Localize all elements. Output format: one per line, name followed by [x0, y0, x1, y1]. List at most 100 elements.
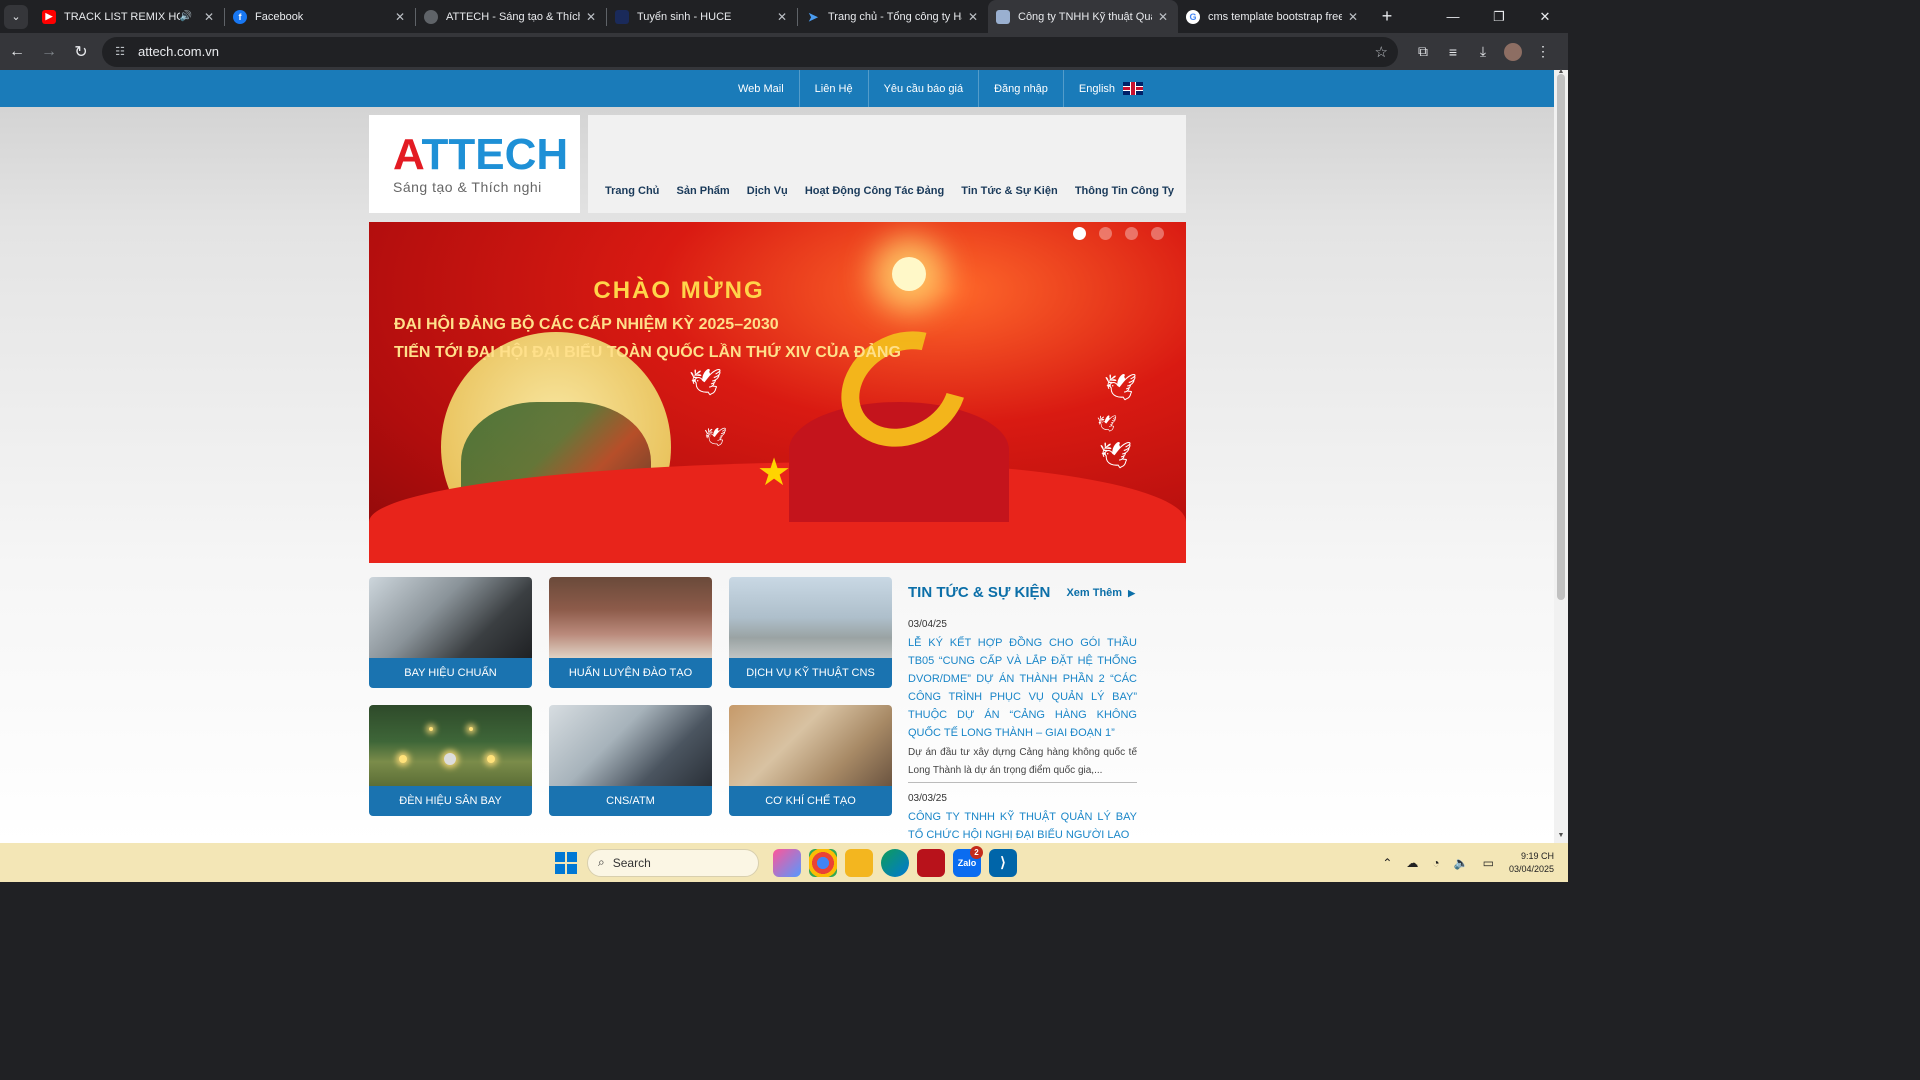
tile-caption: HUẤN LUYỆN ĐÀO TẠO	[549, 658, 712, 688]
hero-banner-slider[interactable]: ★ 🕊 🕊 🕊 🕊 🕊 CHÀO MỪNG ĐẠI HỘI ĐẢNG BỘ CÁ…	[369, 222, 1186, 563]
tile-airport-lights[interactable]: ĐÈN HIỆU SÂN BAY	[369, 705, 532, 816]
webmail-link[interactable]: Web Mail	[723, 70, 800, 107]
request-quote-link[interactable]: Yêu cầu báo giá	[869, 70, 980, 107]
close-tab-icon[interactable]: ✕	[966, 10, 980, 24]
facebook-icon: f	[233, 9, 247, 24]
close-tab-icon[interactable]: ✕	[584, 10, 598, 24]
tile-cns-technical-service[interactable]: DỊCH VỤ KỸ THUẬT CNS	[729, 577, 892, 688]
volume-icon[interactable]: 🔈	[1454, 856, 1469, 870]
search-placeholder: Search	[612, 855, 651, 870]
news-headline-link[interactable]: LỄ KÝ KẾT HỢP ĐỒNG CHO GÓI THẦU TB05 “CU…	[908, 634, 1137, 742]
restore-icon[interactable]: ❐	[1476, 0, 1522, 33]
windows-start-icon[interactable]	[555, 851, 577, 874]
taskbar-search-box[interactable]: ⌕ Search	[587, 848, 759, 877]
system-clock[interactable]: 9:19 CH 03/04/2025	[1509, 850, 1554, 876]
nav-news-events[interactable]: Tin Tức & Sự Kiện	[961, 185, 1057, 197]
news-headline-link[interactable]: CÔNG TY TNHH KỸ THUẬT QUẢN LÝ BAY TỔ CHỨ…	[908, 808, 1137, 843]
slider-dot-3[interactable]	[1125, 227, 1138, 240]
bookmark-star-icon[interactable]: ☆	[1375, 43, 1388, 61]
dove-icon: 🕊	[689, 367, 723, 397]
scroll-down-icon[interactable]: ▼	[1557, 832, 1565, 839]
new-tab-button[interactable]: +	[1374, 4, 1400, 30]
lamp-icon	[444, 753, 456, 765]
slider-dot-1[interactable]	[1073, 227, 1086, 240]
browser-tab[interactable]: ATTECH - Sáng tạo & Thích ngh ✕	[416, 0, 606, 33]
news-panel: TIN TỨC & SỰ KIỆN Xem Thêm ▶ 03/04/25 LỄ …	[908, 584, 1137, 843]
chevron-up-icon[interactable]: ⌃	[1382, 856, 1392, 870]
page-icon	[996, 9, 1010, 24]
tab-search-button[interactable]: ⌄	[4, 4, 28, 29]
browser-tab[interactable]: ▶ TRACK LIST REMIX HOT TIK 🔊 ✕	[34, 0, 224, 33]
site-logo[interactable]: ATTECH Sáng tạo & Thích nghi	[369, 115, 580, 213]
slider-dot-4[interactable]	[1151, 227, 1164, 240]
news-title: TIN TỨC & SỰ KIỆN	[908, 584, 1051, 601]
tile-mechanical-fabrication[interactable]: CƠ KHÍ CHẾ TẠO	[729, 705, 892, 816]
speaker-icon[interactable]: 🔊	[180, 11, 192, 22]
dove-icon: 🕊	[1099, 440, 1133, 470]
close-tab-icon[interactable]: ✕	[1346, 10, 1360, 24]
nav-company-info[interactable]: Thông Tin Công Ty	[1075, 185, 1174, 197]
see-more-link[interactable]: Xem Thêm ▶	[1066, 587, 1135, 599]
tile-cns-atm[interactable]: CNS/ATM	[549, 705, 712, 816]
browser-tab[interactable]: Tuyển sinh - HUCE ✕	[607, 0, 797, 33]
site-info-icon[interactable]: ☷	[112, 44, 128, 60]
onedrive-cloud-icon[interactable]: ☁	[1406, 856, 1418, 870]
browser-tab[interactable]: ➤ Trang chủ - Tổng công ty Hàng ✕	[798, 0, 988, 33]
contact-link[interactable]: Liên Hệ	[800, 70, 869, 107]
tile-training[interactable]: HUẤN LUYỆN ĐÀO TẠO	[549, 577, 712, 688]
profile-avatar[interactable]	[1504, 42, 1522, 61]
close-tab-icon[interactable]: ✕	[1156, 10, 1170, 24]
forward-icon[interactable]: →	[34, 37, 64, 67]
close-tab-icon[interactable]: ✕	[202, 10, 216, 24]
tab-title: Công ty TNHH Kỹ thuật Quản lý	[1018, 10, 1152, 23]
reload-icon[interactable]: ↻	[66, 37, 96, 67]
browser-tab-active[interactable]: Công ty TNHH Kỹ thuật Quản lý ✕	[988, 0, 1178, 33]
edge-icon[interactable]	[881, 848, 909, 877]
browser-tab[interactable]: f Facebook ✕	[225, 0, 415, 33]
nav-products[interactable]: Sản Phẩm	[677, 185, 730, 197]
battery-icon[interactable]: ▭	[1483, 856, 1494, 870]
news-date: 03/04/25	[908, 619, 947, 630]
tile-caption: CNS/ATM	[549, 786, 712, 816]
url-text[interactable]: attech.com.vn	[138, 44, 1375, 59]
slider-dot-2[interactable]	[1099, 227, 1112, 240]
vscode-icon[interactable]: ⟩	[989, 848, 1017, 877]
menu-dots-icon[interactable]: ⋮	[1528, 37, 1558, 67]
nav-services[interactable]: Dịch Vụ	[747, 185, 788, 197]
lamp-icon	[399, 755, 407, 763]
english-language-link[interactable]: English	[1064, 70, 1158, 107]
dove-icon: 🕊	[1097, 416, 1118, 433]
top-utility-bar: Web Mail Liên Hệ Yêu cầu báo giá Đăng nh…	[0, 70, 1554, 107]
tab-title: cms template bootstrap free -	[1208, 10, 1342, 23]
close-window-icon[interactable]: ✕	[1522, 0, 1568, 33]
chrome-icon[interactable]	[809, 848, 837, 877]
system-tray: ⌃ ☁ ◔ 🔈 ▭ 9:19 CH 03/04/2025	[1375, 843, 1568, 882]
notification-badge: 2	[970, 845, 983, 859]
login-link[interactable]: Đăng nhập	[979, 70, 1064, 107]
close-tab-icon[interactable]: ✕	[775, 10, 789, 24]
close-tab-icon[interactable]: ✕	[393, 10, 407, 24]
nav-home[interactable]: Trang Chủ	[605, 185, 659, 197]
extensions-icon[interactable]: ⧉	[1408, 37, 1438, 67]
media-controls-icon[interactable]: ≡	[1438, 37, 1468, 67]
page-scrollbar[interactable]: ▲ ▼	[1554, 68, 1568, 843]
scrollbar-thumb[interactable]	[1557, 74, 1565, 600]
address-bar[interactable]: ☷ attech.com.vn ☆	[102, 36, 1398, 67]
banner-subheading: ĐẠI HỘI ĐẢNG BỘ CÁC CẤP NHIỆM KỲ 2025–20…	[394, 316, 779, 333]
file-explorer-icon[interactable]	[845, 848, 873, 877]
tile-caption: DỊCH VỤ KỸ THUẬT CNS	[729, 658, 892, 688]
minimize-icon[interactable]: —	[1430, 0, 1476, 33]
download-icon[interactable]: ⤓	[1468, 37, 1498, 67]
logo-wordmark: ATTECH	[393, 133, 580, 177]
wifi-icon[interactable]: ◔	[1432, 856, 1439, 870]
zalo-icon[interactable]: Zalo 2	[953, 845, 983, 877]
app-red-icon[interactable]	[917, 848, 945, 877]
back-icon[interactable]: ←	[2, 37, 32, 67]
browser-tab[interactable]: G cms template bootstrap free - ✕	[1178, 0, 1368, 33]
tile-flight-calibration[interactable]: BAY HIỆU CHUẨN	[369, 577, 532, 688]
nav-party-activities[interactable]: Hoạt Động Công Tác Đảng	[805, 185, 944, 197]
play-arrow-icon: ▶	[1128, 587, 1135, 598]
logo-slogan: Sáng tạo & Thích nghi	[393, 179, 542, 195]
copilot-icon[interactable]	[773, 848, 801, 877]
tile-image	[549, 577, 712, 658]
